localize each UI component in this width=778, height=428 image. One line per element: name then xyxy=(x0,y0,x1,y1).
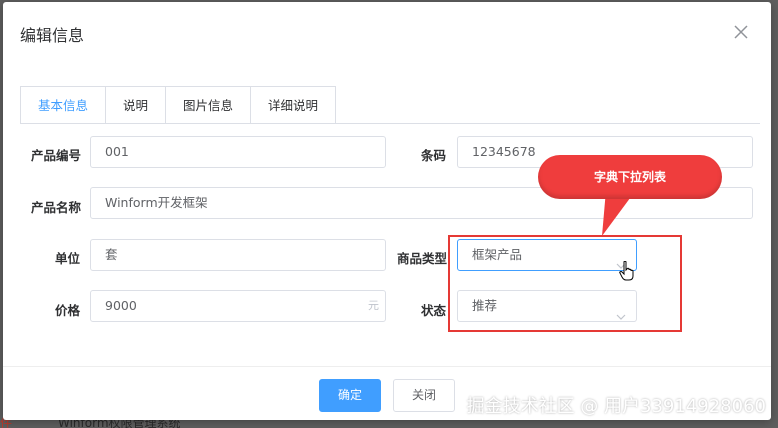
tab-basic-info[interactable]: 基本信息 xyxy=(21,87,107,124)
hand-cursor-icon xyxy=(619,260,635,285)
product-name-label: 产品名称 xyxy=(31,200,82,215)
product-type-label: 商品类型 xyxy=(397,251,448,266)
footer-divider xyxy=(3,366,771,367)
unit-label: 单位 xyxy=(55,251,81,266)
product-code-input[interactable]: 001 xyxy=(90,136,386,168)
tab-description[interactable]: 说明 xyxy=(106,87,167,124)
currency-suffix: 元 xyxy=(368,299,379,312)
price-input[interactable]: 9000 元 xyxy=(90,290,386,322)
annotation-callout: 字典下拉列表 xyxy=(538,155,722,199)
status-label: 状态 xyxy=(421,303,447,318)
close-icon[interactable] xyxy=(733,24,749,40)
tab-images[interactable]: 图片信息 xyxy=(166,87,252,124)
tab-details[interactable]: 详细说明 xyxy=(251,87,336,124)
confirm-button[interactable]: 确定 xyxy=(319,379,381,412)
annotation-highlight-box xyxy=(448,235,682,332)
tab-bar: 基本信息 说明 图片信息 详细说明 xyxy=(20,86,337,124)
product-code-label: 产品编号 xyxy=(31,148,82,163)
dialog-title: 编辑信息 xyxy=(20,26,85,45)
close-button[interactable]: 关闭 xyxy=(393,379,455,412)
price-value: 9000 xyxy=(105,298,137,313)
unit-input[interactable]: 套 xyxy=(90,239,386,271)
barcode-label: 条码 xyxy=(421,148,447,163)
price-label: 价格 xyxy=(55,303,81,318)
watermark: 掘金技术社区 @ 用户33914928060 xyxy=(466,396,766,417)
